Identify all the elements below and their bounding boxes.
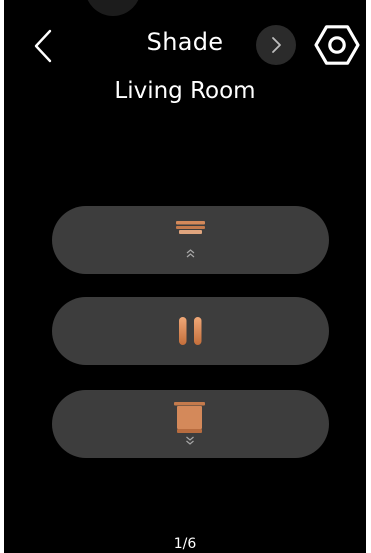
back-button[interactable] [26,26,66,66]
top-tab-indicator [85,0,141,16]
chevron-right-icon [272,37,281,53]
shade-close-button[interactable] [52,390,329,458]
pause-icon [179,317,202,345]
page-indicator: 1/6 [173,536,197,552]
next-device-button[interactable] [256,25,296,65]
room-name: Living Room [114,78,256,104]
chevron-left-icon [34,29,52,63]
shade-stop-button[interactable] [52,297,329,365]
screen: Shade Living Room 1/6 [4,0,366,553]
shade-close-icon [174,402,205,445]
settings-button[interactable] [314,22,360,68]
hexagon-gear-icon [314,25,360,65]
shade-open-icon [176,221,205,258]
shade-open-button[interactable] [52,206,329,274]
